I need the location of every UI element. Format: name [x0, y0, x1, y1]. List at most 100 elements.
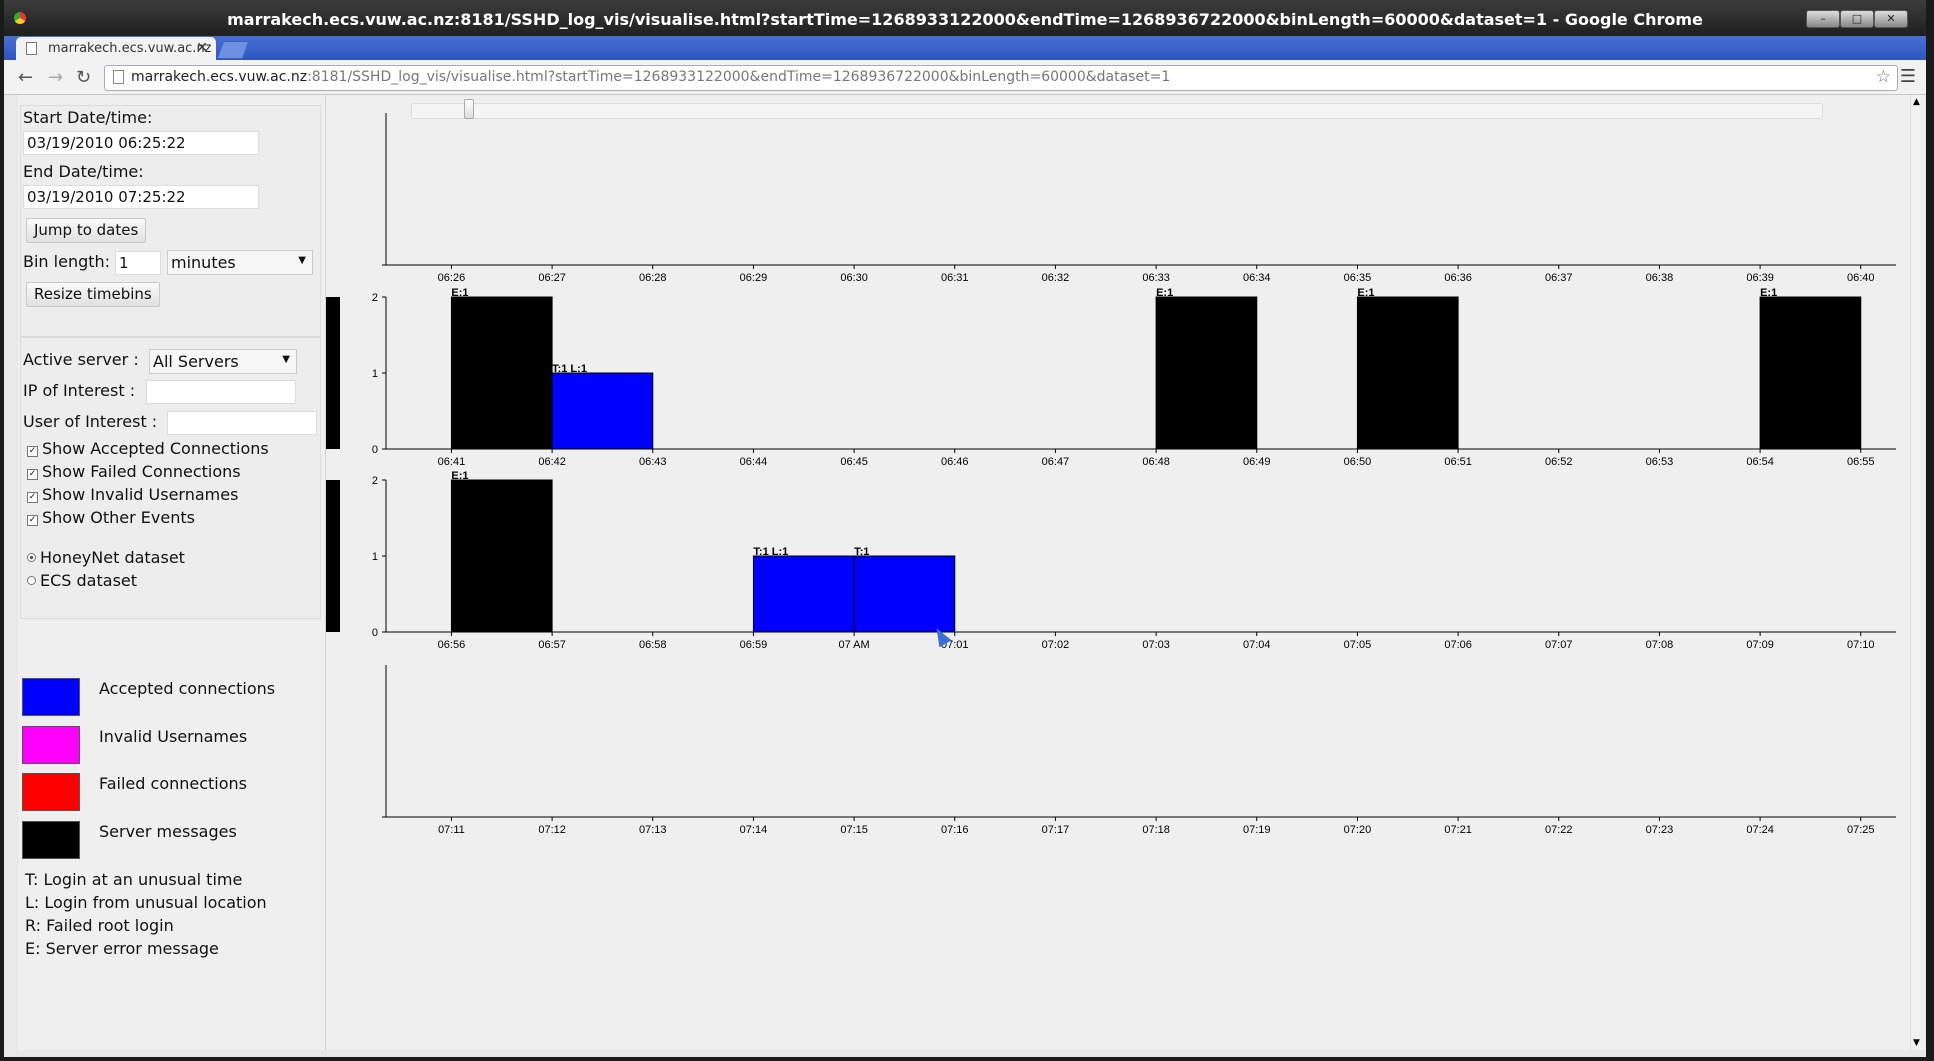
- x-tick-label: 06:50: [1344, 456, 1372, 468]
- x-tick-label: 06:41: [438, 456, 466, 468]
- minimize-icon[interactable]: –: [1806, 10, 1840, 28]
- x-tick-label: 06:48: [1142, 456, 1170, 468]
- y-tick-label: 1: [372, 368, 378, 380]
- menu-icon[interactable]: ☰: [1900, 66, 1916, 87]
- close-window-button[interactable]: ✕: [1874, 10, 1908, 28]
- page-content: Start Date/time: 03/19/2010 06:25:22 End…: [18, 95, 1914, 1050]
- page-icon: [113, 70, 124, 84]
- page-scrollbar[interactable]: ▲ ▼: [1910, 95, 1925, 1050]
- honeynet-radio[interactable]: HoneyNet dataset: [27, 548, 185, 567]
- x-tick-label: 06:51: [1444, 456, 1472, 468]
- x-tick-label: 07:06: [1444, 639, 1472, 651]
- x-tick-label: 06:28: [639, 272, 667, 284]
- bin-length-input[interactable]: 1: [115, 251, 161, 275]
- tab-close-icon[interactable]: ✕: [196, 40, 208, 56]
- x-tick-label: 07:07: [1545, 639, 1573, 651]
- control-sidebar: Start Date/time: 03/19/2010 06:25:22 End…: [18, 95, 326, 1050]
- x-tick-label: 06:44: [740, 456, 768, 468]
- user-of-interest-input[interactable]: [167, 411, 317, 435]
- browser-window: marrakech.ecs.vuw.ac.nz:8181/SSHD_log_vi…: [4, 0, 1926, 1057]
- show-accepted-checkbox[interactable]: ✓ Show Accepted Connections: [27, 439, 269, 458]
- page-icon: [26, 42, 37, 55]
- show-other-checkbox[interactable]: ✓ Show Other Events: [27, 508, 195, 527]
- x-tick-label: 07:10: [1847, 639, 1875, 651]
- address-bar[interactable]: marrakech.ecs.vuw.ac.nz:8181/SSHD_log_vi…: [104, 65, 1898, 91]
- new-tab-button[interactable]: [216, 41, 250, 59]
- x-tick-label: 07:13: [639, 824, 667, 836]
- ip-of-interest-input[interactable]: [146, 380, 296, 404]
- legend-label-invalid: Invalid Usernames: [99, 727, 248, 746]
- url-host: marrakech.ecs.vuw.ac.nz: [131, 69, 308, 85]
- show-failed-checkbox[interactable]: ✓ Show Failed Connections: [27, 462, 241, 481]
- bin-unit-select[interactable]: minutes ▼: [167, 250, 313, 275]
- y-tick-label: 0: [372, 627, 378, 639]
- bar: [450, 479, 553, 633]
- key-item: E: Server error message: [25, 939, 219, 958]
- x-tick-label: 07:17: [1042, 824, 1070, 836]
- x-tick-label: 07:24: [1746, 824, 1774, 836]
- key-item: T: Login at an unusual time: [25, 870, 243, 889]
- show-invalid-checkbox[interactable]: ✓ Show Invalid Usernames: [27, 485, 238, 504]
- timeline-chart-3: 06:56 06:57 06:58 06:59 07 AM 07:01 07:02 07:03…: [326, 470, 1896, 651]
- x-tick-label: 07:25: [1847, 824, 1875, 836]
- reload-icon[interactable]: ↻: [76, 67, 91, 88]
- resize-timebins-button[interactable]: Resize timebins: [26, 282, 160, 307]
- x-tick-label: 06:36: [1444, 272, 1472, 284]
- maximize-icon[interactable]: □: [1840, 10, 1874, 28]
- bar: [1356, 296, 1459, 450]
- legend-label-server: Server messages: [99, 822, 237, 841]
- back-icon[interactable]: ←: [18, 67, 33, 88]
- radio-icon: [27, 553, 36, 562]
- bar-label: E:1: [1760, 287, 1777, 299]
- x-tick-label: 07:18: [1142, 824, 1170, 836]
- tab-visualise[interactable]: marrakech.ecs.vuw.ac.nz ✕: [16, 37, 216, 60]
- jump-to-dates-button[interactable]: Jump to dates: [26, 218, 147, 243]
- bar: [752, 555, 855, 633]
- x-tick-label: 07:08: [1646, 639, 1674, 651]
- end-date-input[interactable]: 03/19/2010 07:25:22: [23, 185, 259, 209]
- end-date-label: End Date/time:: [23, 162, 144, 181]
- legend-swatch-invalid: [22, 726, 80, 764]
- checkbox-label: Show Failed Connections: [42, 462, 241, 481]
- legend-label-accepted: Accepted connections: [99, 679, 276, 698]
- y-tick-label: 2: [372, 292, 378, 304]
- checkbox-icon: ✓: [27, 515, 38, 526]
- bar-label: T:1: [854, 546, 869, 558]
- forward-icon[interactable]: →: [48, 67, 63, 88]
- date-controls: Start Date/time: 03/19/2010 06:25:22 End…: [20, 105, 321, 337]
- ecs-radio[interactable]: ECS dataset: [27, 571, 137, 590]
- scroll-up-icon[interactable]: ▲: [1913, 97, 1920, 107]
- checkbox-label: Show Other Events: [42, 508, 195, 527]
- bookmark-star-icon[interactable]: ☆: [1876, 67, 1891, 87]
- dropdown-arrow-icon: ▼: [298, 255, 306, 266]
- x-tick-label: 06:38: [1646, 272, 1674, 284]
- bin-length-label: Bin length:: [23, 252, 111, 271]
- x-tick-label: 06:55: [1847, 456, 1875, 468]
- x-tick-label: 06:43: [639, 456, 667, 468]
- legend-swatch-failed: [22, 773, 80, 811]
- x-tick-label: 07:05: [1344, 639, 1372, 651]
- browser-toolbar: ← → ↻ marrakech.ecs.vuw.ac.nz:8181/SSHD_…: [4, 60, 1926, 95]
- x-tick-label: 06:30: [840, 272, 868, 284]
- timeline-chart-4: 07:11 07:12 07:13 07:14 07:15 07:16 07:17 07:18…: [382, 665, 1896, 836]
- x-tick-label: 06:29: [740, 272, 768, 284]
- dropdown-arrow-icon: ▼: [282, 354, 290, 365]
- active-server-value: All Servers: [153, 352, 239, 371]
- y-tick-label: 1: [372, 551, 378, 563]
- active-server-label: Active server :: [23, 350, 139, 369]
- start-date-input[interactable]: 03/19/2010 06:25:22: [23, 131, 259, 155]
- x-tick-label: 07:02: [1042, 639, 1070, 651]
- key-item: L: Login from unusual location: [25, 893, 267, 912]
- key-item: R: Failed root login: [25, 916, 174, 935]
- scroll-down-icon[interactable]: ▼: [1913, 1038, 1920, 1048]
- active-server-select[interactable]: All Servers ▼: [149, 349, 297, 374]
- timeline-charts: 06:26 06:27 06:28 06:29 06:30 06:31 06:32 06:33…: [326, 113, 1896, 836]
- legend-label-failed: Failed connections: [99, 774, 248, 793]
- x-tick-label: 06:35: [1344, 272, 1372, 284]
- x-tick-label: 07:04: [1243, 639, 1271, 651]
- bar-label: E:1: [451, 287, 468, 299]
- filter-controls: Active server : All Servers ▼ IP of Inter…: [20, 337, 321, 619]
- x-tick-label: 07:12: [538, 824, 566, 836]
- x-tick-label: 06:42: [538, 456, 566, 468]
- x-tick-label: 06:57: [538, 639, 566, 651]
